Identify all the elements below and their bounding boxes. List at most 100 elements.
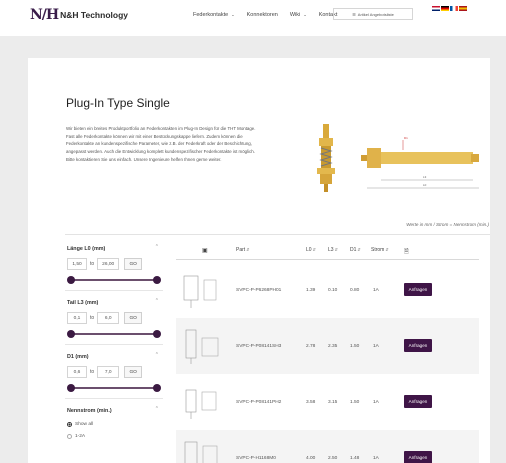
range-slider [67, 384, 161, 392]
list-icon: ☰ [352, 11, 356, 17]
nav-item-federkontakte[interactable]: Federkontakte ⌄ [193, 12, 235, 18]
max-input[interactable]: 6,0 [97, 312, 120, 324]
slider-track [69, 333, 159, 335]
col-d1[interactable]: D1⇵ [350, 247, 361, 253]
cell-d1: 1.50 [350, 344, 360, 349]
image-icon: ▣ [202, 248, 208, 254]
radio-unselected-icon [67, 434, 72, 439]
range-slider [67, 330, 161, 338]
flag-en-icon[interactable] [432, 6, 440, 11]
go-button[interactable]: GO [124, 312, 143, 324]
range-inputs: 1,50 to 26,00 GO [67, 258, 143, 270]
cell-part[interactable]: SVPC-P-P08141SH3 [236, 344, 281, 349]
max-input[interactable]: 7,0 [97, 366, 120, 378]
col-l3[interactable]: L3⇵ [328, 247, 338, 253]
col-strom[interactable]: Strom⇵ [371, 247, 389, 253]
radio-show-all[interactable]: Show all [67, 422, 93, 427]
request-button[interactable]: Anfragen [404, 339, 432, 352]
cell-part[interactable]: SVPC-P-H1168M0 [236, 456, 276, 461]
filter-current: Nennstrom (min.) ⌃ Show all 1-2A [65, 406, 163, 439]
cell-part[interactable]: SVPC-P-P08141PH2 [236, 400, 281, 405]
divider [65, 344, 163, 345]
slider-handle-max[interactable] [153, 384, 161, 392]
slider-handle-max[interactable] [153, 276, 161, 284]
filter-header[interactable]: Tail L3 (mm) ⌃ [65, 298, 163, 308]
flag-de-icon[interactable] [441, 6, 449, 11]
request-button[interactable]: Anfragen [404, 451, 432, 463]
table-row: SVPC-P-P08141PH2 3.58 3.15 1.50 1A Anfra… [176, 374, 479, 430]
min-input[interactable]: 0,1 [67, 312, 87, 324]
divider [65, 398, 163, 399]
logo-mark: N/H [30, 7, 59, 23]
pin-photo-icon [317, 124, 335, 192]
go-button[interactable]: GO [124, 258, 143, 270]
sort-icon: ⇵ [385, 248, 389, 252]
col-l0[interactable]: L0⇵ [306, 247, 316, 253]
sort-icon: ⇵ [246, 248, 250, 252]
divider [176, 259, 479, 260]
radio-selected-icon [67, 422, 72, 427]
cell-strom: 1A [373, 288, 379, 293]
dim-label-l0: L0 [423, 183, 427, 187]
filter-header[interactable]: Nennstrom (min.) ⌃ [65, 406, 163, 416]
go-button[interactable]: GO [124, 366, 143, 378]
part-thumbnail[interactable] [180, 270, 224, 310]
request-list-button[interactable]: ☰ Artikel Angebotsliste [333, 8, 413, 20]
intro-text: Wir bieten ein breites Produktportfolio … [66, 126, 256, 162]
flag-es-icon[interactable] [459, 6, 467, 11]
flag-fr-icon[interactable] [450, 6, 458, 11]
product-table: ▣ Part⇵ L0⇵ L3⇵ D1⇵ Strom⇵ 🗎 SVPC-P-P626… [176, 242, 479, 463]
part-thumbnail[interactable] [180, 382, 224, 422]
max-input[interactable]: 26,00 [97, 258, 120, 270]
nav-item-wiki[interactable]: Wiki ⌄ [290, 12, 307, 18]
content-card: Plug-In Type Single Wir bieten ein breit… [28, 58, 490, 463]
chevron-up-icon[interactable]: ⌃ [155, 406, 159, 412]
table-row: SVPC-P-P6268PH01 1.39 0.10 0.80 1A Anfra… [176, 262, 479, 318]
filter-header[interactable]: D1 (mm) ⌃ [65, 352, 163, 362]
col-part[interactable]: Part⇵ [236, 247, 249, 253]
cell-l0: 4.00 [306, 456, 316, 461]
cell-d1: 1.50 [350, 400, 360, 405]
slider-handle-max[interactable] [153, 330, 161, 338]
logo[interactable]: N/H N&H Technology [30, 7, 128, 23]
cell-l3: 2.35 [328, 344, 338, 349]
slider-handle-min[interactable] [67, 276, 75, 284]
sort-icon: ⇵ [334, 248, 338, 252]
cell-part[interactable]: SVPC-P-P6268PH01 [236, 288, 281, 293]
part-thumbnail[interactable] [180, 438, 224, 463]
cell-strom: 1A [373, 400, 379, 405]
chevron-up-icon[interactable]: ⌃ [155, 298, 159, 304]
chevron-up-icon[interactable]: ⌃ [155, 244, 159, 250]
table-row: SVPC-P-P08141SH3 2.78 2.35 1.50 1A Anfra… [176, 318, 479, 374]
request-button[interactable]: Anfragen [404, 395, 432, 408]
radio-1-2a[interactable]: 1-2A [67, 434, 85, 439]
filter-length: Länge L0 (mm) ⌃ 1,50 to 26,00 GO [65, 244, 163, 291]
min-input[interactable]: 1,50 [67, 258, 87, 270]
site-header: N/H N&H Technology Federkontakte ⌄ Konne… [0, 0, 506, 36]
dim-label-l3: L3 [423, 175, 427, 179]
slider-track [69, 279, 159, 281]
cell-l3: 0.10 [328, 288, 338, 293]
min-input[interactable]: 0,6 [67, 366, 87, 378]
filter-tail: Tail L3 (mm) ⌃ 0,1 to 6,0 GO [65, 298, 163, 345]
slider-handle-min[interactable] [67, 330, 75, 338]
nav-item-konnektoren[interactable]: Konnektoren [247, 12, 278, 18]
sort-icon: ⇵ [312, 248, 316, 252]
chevron-down-icon: ⌄ [302, 12, 307, 17]
part-thumbnail[interactable] [180, 326, 224, 366]
range-to-label: to [90, 315, 95, 321]
cell-d1: 1.48 [350, 456, 360, 461]
slider-handle-min[interactable] [67, 384, 75, 392]
document-icon: 🗎 [404, 249, 409, 255]
table-row: SVPC-P-H1168M0 4.00 2.50 1.48 1A Anfrage… [176, 430, 479, 463]
dim-label-d1: D1 [404, 136, 408, 140]
slider-track [69, 387, 159, 389]
chevron-down-icon: ⌄ [230, 12, 235, 17]
filter-label: Tail L3 (mm) [67, 300, 99, 306]
cell-l3: 2.50 [328, 456, 338, 461]
request-button[interactable]: Anfragen [404, 283, 432, 296]
divider [65, 234, 490, 235]
filter-header[interactable]: Länge L0 (mm) ⌃ [65, 244, 163, 254]
cell-l3: 3.15 [328, 400, 338, 405]
chevron-up-icon[interactable]: ⌃ [155, 352, 159, 358]
